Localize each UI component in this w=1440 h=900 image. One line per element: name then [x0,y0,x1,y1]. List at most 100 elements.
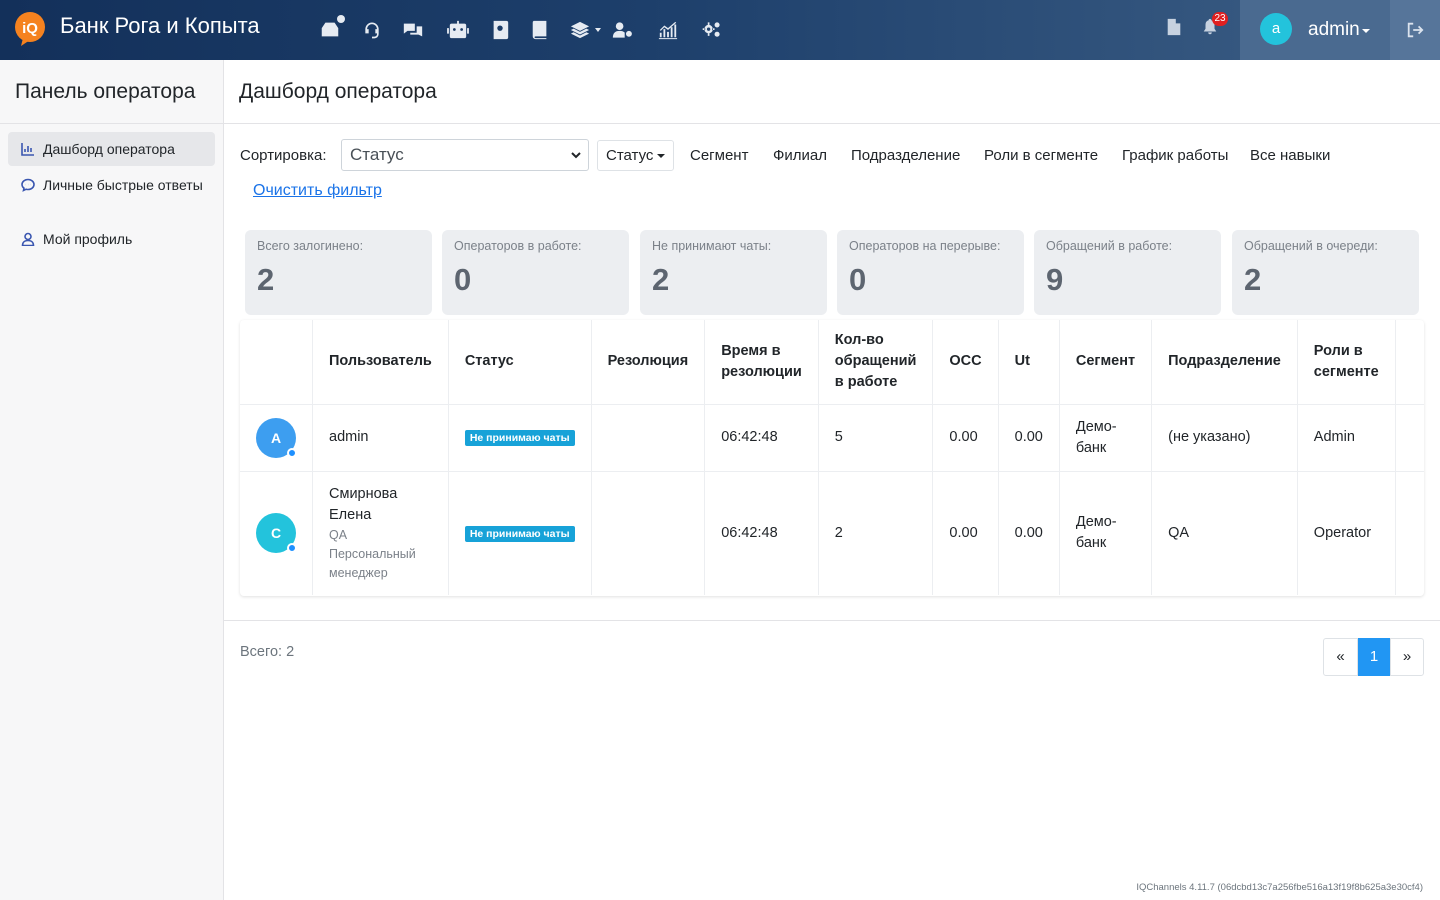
sidebar-item-label: Личные быстрые ответы [43,177,203,193]
user-menu[interactable]: a admin [1240,0,1390,60]
page-title: Дашборд оператора [239,80,437,103]
notifications-count-badge: 23 [1212,12,1228,26]
column-header-extra [1395,320,1424,405]
column-header-requests-count[interactable]: Кол-во обращений в работе [818,320,934,405]
sidebar-divider [0,123,223,124]
filter-all-skills[interactable]: Все навыки [1250,147,1330,164]
ut-cell: 0.00 [998,404,1060,472]
status-cell: Не принимаю чаты [448,471,592,595]
sort-select[interactable]: Статус [341,139,589,171]
layers-icon[interactable] [567,18,601,42]
pagination-next[interactable]: » [1390,638,1424,676]
stat-card-on-break: Операторов на перерыве: 0 [837,230,1024,315]
logout-button[interactable] [1390,0,1440,60]
svg-text:iQ: iQ [22,20,38,37]
app-logo[interactable]: iQ [15,12,45,46]
contacts-icon[interactable] [487,18,513,42]
chevron-down-icon [571,152,581,159]
operators-table-card: Пользователь Статус Резолюция Время в ре… [240,320,1424,596]
stat-value: 2 [652,262,670,297]
sidebar-item-dashboard[interactable]: Дашборд оператора [8,132,215,166]
stat-card-logged-in: Всего залогинено: 2 [245,230,432,315]
clear-filter-link[interactable]: Очистить фильтр [253,182,382,200]
user-cell: admin [312,404,449,472]
segment-cell: Демо-банк [1059,471,1153,595]
filter-branch[interactable]: Филиал [773,147,827,164]
stat-label: Операторов на перерыве: [849,239,1001,253]
table-row[interactable]: A admin Не принимаю чаты 06:42:48 5 0.00… [240,404,1424,472]
headset-icon[interactable] [359,18,385,42]
layers-dropdown-caret [595,28,601,32]
stat-label: Операторов в работе: [454,239,582,253]
user-department: QA [329,527,348,542]
avatar: a [1260,13,1292,45]
logout-icon [1407,22,1424,38]
resolution-cell [591,404,706,472]
user-name: Смирнова Елена [329,485,398,523]
stat-card-not-accepting: Не принимают чаты: 2 [640,230,827,315]
analytics-icon[interactable] [655,18,681,42]
chevron-down-icon [1362,29,1370,33]
requests-count-cell: 2 [818,471,934,595]
users-gear-icon[interactable] [610,18,636,42]
sort-select-value: Статус [350,145,404,164]
book-icon[interactable] [527,18,553,42]
requests-count-cell: 5 [818,404,934,472]
settings-icon[interactable] [699,18,725,42]
column-header-segment[interactable]: Сегмент [1059,320,1153,405]
role-cell: Admin [1297,404,1396,472]
pagination-page-1[interactable]: 1 [1358,638,1390,676]
user-cell: Смирнова Елена QA Персональный менеджер [312,471,449,595]
filter-segment[interactable]: Сегмент [690,147,748,164]
column-header-segment-roles[interactable]: Роли в сегменте [1297,320,1396,405]
column-header-status[interactable]: Статус [448,320,592,405]
filter-division[interactable]: Подразделение [851,147,960,164]
user-icon [21,232,35,247]
sidebar-item-quick-replies[interactable]: Личные быстрые ответы [8,168,215,202]
operators-table: Пользователь Статус Резолюция Время в ре… [240,320,1424,595]
stat-value: 2 [257,262,275,297]
status-badge: Не принимаю чаты [464,430,575,446]
top-navbar: iQ Банк Рога и Копыта 23 a admin [0,0,1440,60]
sidebar-item-label: Дашборд оператора [43,141,175,157]
segment-cell: Демо-банк [1059,404,1153,472]
resolution-time-cell: 06:42:48 [704,471,819,595]
stat-value: 0 [849,262,867,297]
column-header-resolution-time[interactable]: Время в резолюции [704,320,819,405]
stat-label: Не принимают чаты: [652,239,772,253]
user-name: admin [329,429,369,445]
document-icon[interactable] [1164,16,1184,38]
resolution-cell [591,471,706,595]
table-row[interactable]: С Смирнова Елена QA Персональный менедже… [240,471,1424,595]
column-header-occ[interactable]: OCC [932,320,999,405]
sidebar-item-profile[interactable]: Мой профиль [8,222,215,256]
filter-schedule[interactable]: График работы [1122,147,1228,164]
division-cell: (не указано) [1151,404,1298,472]
column-header-ut[interactable]: Ut [998,320,1060,405]
status-badge: Не принимаю чаты [464,525,575,542]
column-header-division[interactable]: Подразделение [1151,320,1298,405]
pagination-prev[interactable]: « [1323,638,1358,676]
sidebar: Панель оператора Дашборд оператора Личны… [0,60,224,900]
filter-segment-roles[interactable]: Роли в сегменте [984,147,1098,164]
status-filter-button[interactable]: Статус [597,140,675,171]
online-indicator [287,447,297,458]
brand-name[interactable]: Банк Рога и Копыта [60,13,260,39]
ut-cell: 0.00 [998,471,1060,595]
avatar-cell: A [240,404,313,472]
division-cell: QA [1151,471,1298,595]
inbox-icon[interactable] [317,15,345,42]
sort-label: Сортировка: [240,147,327,164]
robot-icon[interactable] [445,18,471,42]
role-cell: Operator [1297,471,1396,595]
stat-card-requests-in-work: Обращений в работе: 9 [1034,230,1221,315]
stat-card-operators-working: Операторов в работе: 0 [442,230,629,315]
column-header-user[interactable]: Пользователь [312,320,449,405]
user-job-title: Персональный менеджер [329,546,416,580]
chart-icon [21,142,35,156]
footer-divider [224,620,1440,621]
stat-value: 0 [454,262,472,297]
chats-icon[interactable] [400,18,426,42]
column-header-resolution[interactable]: Резолюция [591,320,706,405]
user-name: admin [1308,19,1360,40]
